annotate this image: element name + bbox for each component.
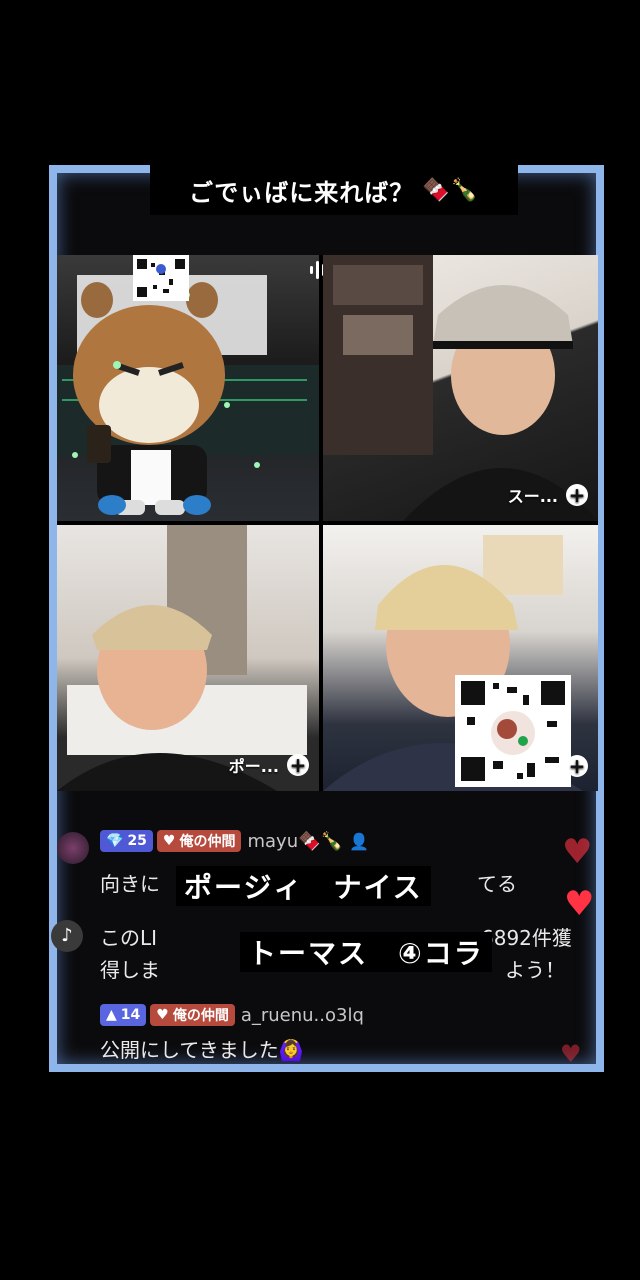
group-badge-label: 俺の仲間 [172,1008,229,1024]
qr-code [133,255,189,301]
multi-guest-grid: スー... + ポー... + + [57,255,598,791]
guest-2-video [323,255,598,521]
add-guest-4-button[interactable]: + [566,755,588,777]
heart-badge-icon: ♥ [162,833,176,849]
group-badge: ♥ 俺の仲間 [150,1004,235,1026]
add-guest-2-button[interactable]: + [566,484,588,506]
system-text-line1-left: このLI [100,926,158,950]
username[interactable]: a_ruenu..o3lq [241,1005,364,1026]
user-add-icon[interactable]: 👤 [349,832,369,851]
guest-panel-3[interactable]: ポー... + [57,525,319,791]
guest-3-name-tag: ポー... + [229,753,309,777]
title-emoji: 🍫🍾 [422,177,480,203]
title-text: ごでぃばに来れば？ [188,178,415,207]
heart-icon: ♥ [560,1040,582,1068]
diamond-icon: 💎 [106,833,124,849]
heart-badge-icon: ♥ [156,1007,169,1023]
guest-panel-2[interactable]: スー... + [323,255,598,521]
stream-title: ごでぃばに来れば？ 🍫🍾 [150,165,518,215]
system-text-line2-left: 得しま [100,958,160,982]
guest-2-name-tag: スー... + [508,483,588,507]
tiktok-icon: ♪ [51,920,83,952]
comment-text: 公開にしてきました🙆‍♀️ [100,1038,304,1062]
system-text-line2-right: よう！ [505,958,565,982]
guest-3-name: ポー... [228,757,279,776]
qr-code-large [455,675,571,787]
triangle-icon: ▲ [106,1007,117,1023]
level-value: 25 [127,833,147,849]
level-badge: 💎 25 [100,830,153,852]
username[interactable]: mayu🍫🍾 [247,831,342,852]
guest-panel-hamster[interactable] [57,255,319,521]
guest-4-name-tag: + [558,755,588,777]
group-badge: ♥ 俺の仲間 [156,830,242,852]
heart-icon: ♥ [564,884,595,924]
heart-icon: ♥ [562,832,593,872]
avatar[interactable] [57,832,89,864]
comment-text-right: てる [477,872,517,896]
guest-2-name: スー... [507,487,558,506]
level-badge: ▲ 14 [100,1004,147,1026]
caption-line-2: トーマス ④コラ [240,932,492,972]
guest-panel-4[interactable]: + [323,525,598,791]
add-guest-3-button[interactable]: + [287,754,309,776]
group-badge-label: 俺の仲間 [179,834,236,850]
comment-text-left: 向きに [100,872,160,896]
level-value: 14 [120,1007,141,1023]
guest-3-video [57,525,307,791]
system-text-line1-right: 6892件獲 [481,926,572,950]
caption-line-1: ポージィ ナイス [176,866,431,906]
